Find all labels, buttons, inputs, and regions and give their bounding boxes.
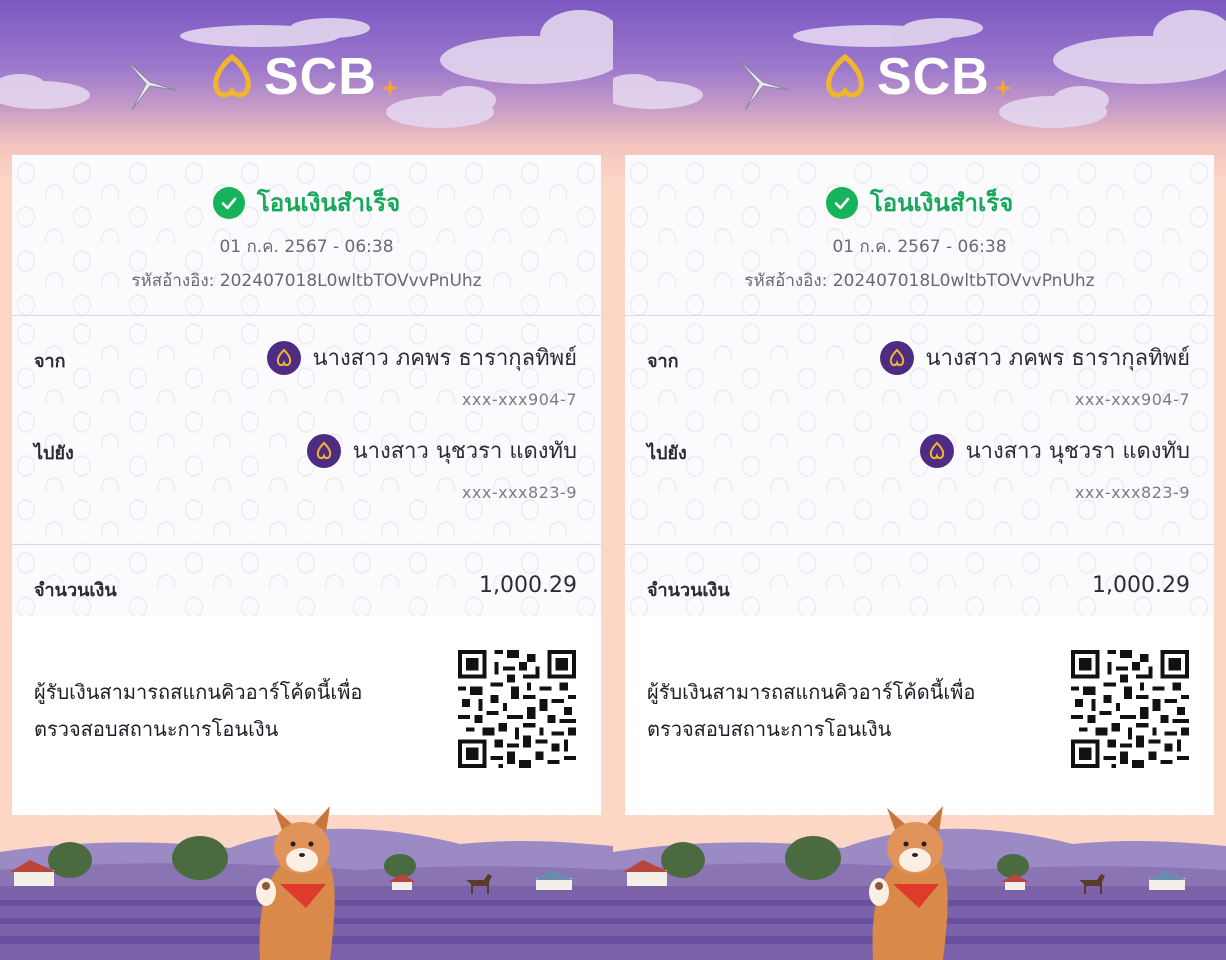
bird-icon <box>123 57 177 111</box>
amount-section: จำนวนเงิน 1,000.29 <box>12 544 601 616</box>
plus-star-icon <box>380 79 399 97</box>
reference-number: รหัสอ้างอิง: 202407018L0wltbTOVvvPnUhz <box>131 271 482 291</box>
amount-value: 1,000.29 <box>479 573 577 598</box>
status-title: โอนเงินสำเร็จ <box>869 189 1014 217</box>
from-party: นางสาว ภคพร ธารากุลทิพย์ <box>266 340 577 375</box>
shiba-dog-illustration <box>869 806 948 960</box>
scb-bank-icon <box>879 340 914 375</box>
transfer-datetime: 01 ก.ค. 2567 - 06:38 <box>832 237 1007 257</box>
parties-section: จาก นางสาว ภคพร ธารากุลทิพย์ xxx-xxx904-… <box>12 315 601 544</box>
to-party: นางสาว นุชวรา แดงทับ <box>306 433 577 468</box>
to-label: ไปยัง <box>647 443 687 464</box>
reference-number: รหัสอ้างอิง: 202407018L0wltbTOVvvPnUhz <box>744 271 1095 291</box>
check-circle-icon <box>825 186 858 219</box>
scb-bank-icon <box>919 433 954 468</box>
from-name: นางสาว ภคพร ธารากุลทิพย์ <box>312 346 577 371</box>
receipt-card: โอนเงินสำเร็จ 01 ก.ค. 2567 - 06:38 รหัสอ… <box>12 155 601 815</box>
qr-instruction: ผู้รับเงินสามารถสแกนคิวอาร์โค้ดนี้เพื่อ … <box>34 680 363 741</box>
from-account: xxx-xxx904-7 <box>1074 390 1190 409</box>
amount-value: 1,000.29 <box>1092 573 1190 598</box>
bird-icon <box>736 57 790 111</box>
receipt-card: โอนเงินสำเร็จ 01 ก.ค. 2567 - 06:38 รหัสอ… <box>625 155 1214 815</box>
scb-logo-icon <box>213 53 251 98</box>
status-title: โอนเงินสำเร็จ <box>256 189 401 217</box>
status-section: โอนเงินสำเร็จ 01 ก.ค. 2567 - 06:38 รหัสอ… <box>625 155 1214 315</box>
from-party: นางสาว ภคพร ธารากุลทิพย์ <box>879 340 1190 375</box>
qr-section: ผู้รับเงินสามารถสแกนคิวอาร์โค้ดนี้เพื่อ … <box>12 616 601 806</box>
amount-label: จำนวนเงิน <box>34 580 117 601</box>
check-circle-icon <box>212 186 245 219</box>
scb-wordmark: SCB <box>264 48 377 106</box>
transfer-datetime: 01 ก.ค. 2567 - 06:38 <box>219 237 394 257</box>
lavender-field-illustration <box>613 806 1226 960</box>
transfer-slip-right: SCB โอนเงินสำเร็จ 01 ก.ค. 2567 - 06:38 ร… <box>613 0 1226 960</box>
qr-code-icon[interactable] <box>458 650 576 768</box>
scb-bank-icon <box>266 340 301 375</box>
status-row: โอนเงินสำเร็จ <box>625 183 1214 222</box>
to-account: xxx-xxx823-9 <box>1074 483 1190 502</box>
qr-code-icon[interactable] <box>1071 650 1189 768</box>
from-name: นางสาว ภคพร ธารากุลทิพย์ <box>925 346 1190 371</box>
to-name: นางสาว นุชวรา แดงทับ <box>352 439 577 464</box>
parties-section: จาก นางสาว ภคพร ธารากุลทิพย์ xxx-xxx904-… <box>625 315 1214 544</box>
to-name: นางสาว นุชวรา แดงทับ <box>965 439 1190 464</box>
scb-brand: SCB <box>821 50 1014 104</box>
scb-wordmark: SCB <box>877 48 990 106</box>
plus-star-icon <box>993 79 1012 97</box>
scb-logo-icon <box>826 53 864 98</box>
from-account: xxx-xxx904-7 <box>461 390 577 409</box>
lavender-field-illustration <box>0 806 613 960</box>
scb-brand: SCB <box>208 50 401 104</box>
qr-instruction: ผู้รับเงินสามารถสแกนคิวอาร์โค้ดนี้เพื่อ … <box>647 680 976 741</box>
to-account: xxx-xxx823-9 <box>461 483 577 502</box>
to-label: ไปยัง <box>34 443 74 464</box>
transfer-slip-left: SCB โอนเงินสำเร็จ 01 ก.ค. 2567 - 06:38 ร… <box>0 0 613 960</box>
shiba-dog-illustration <box>256 806 335 960</box>
amount-label: จำนวนเงิน <box>647 580 730 601</box>
qr-section: ผู้รับเงินสามารถสแกนคิวอาร์โค้ดนี้เพื่อ … <box>625 616 1214 806</box>
status-section: โอนเงินสำเร็จ 01 ก.ค. 2567 - 06:38 รหัสอ… <box>12 155 601 315</box>
from-label: จาก <box>34 351 66 372</box>
amount-section: จำนวนเงิน 1,000.29 <box>625 544 1214 616</box>
to-party: นางสาว นุชวรา แดงทับ <box>919 433 1190 468</box>
status-row: โอนเงินสำเร็จ <box>12 183 601 222</box>
scb-bank-icon <box>306 433 341 468</box>
from-label: จาก <box>647 351 679 372</box>
